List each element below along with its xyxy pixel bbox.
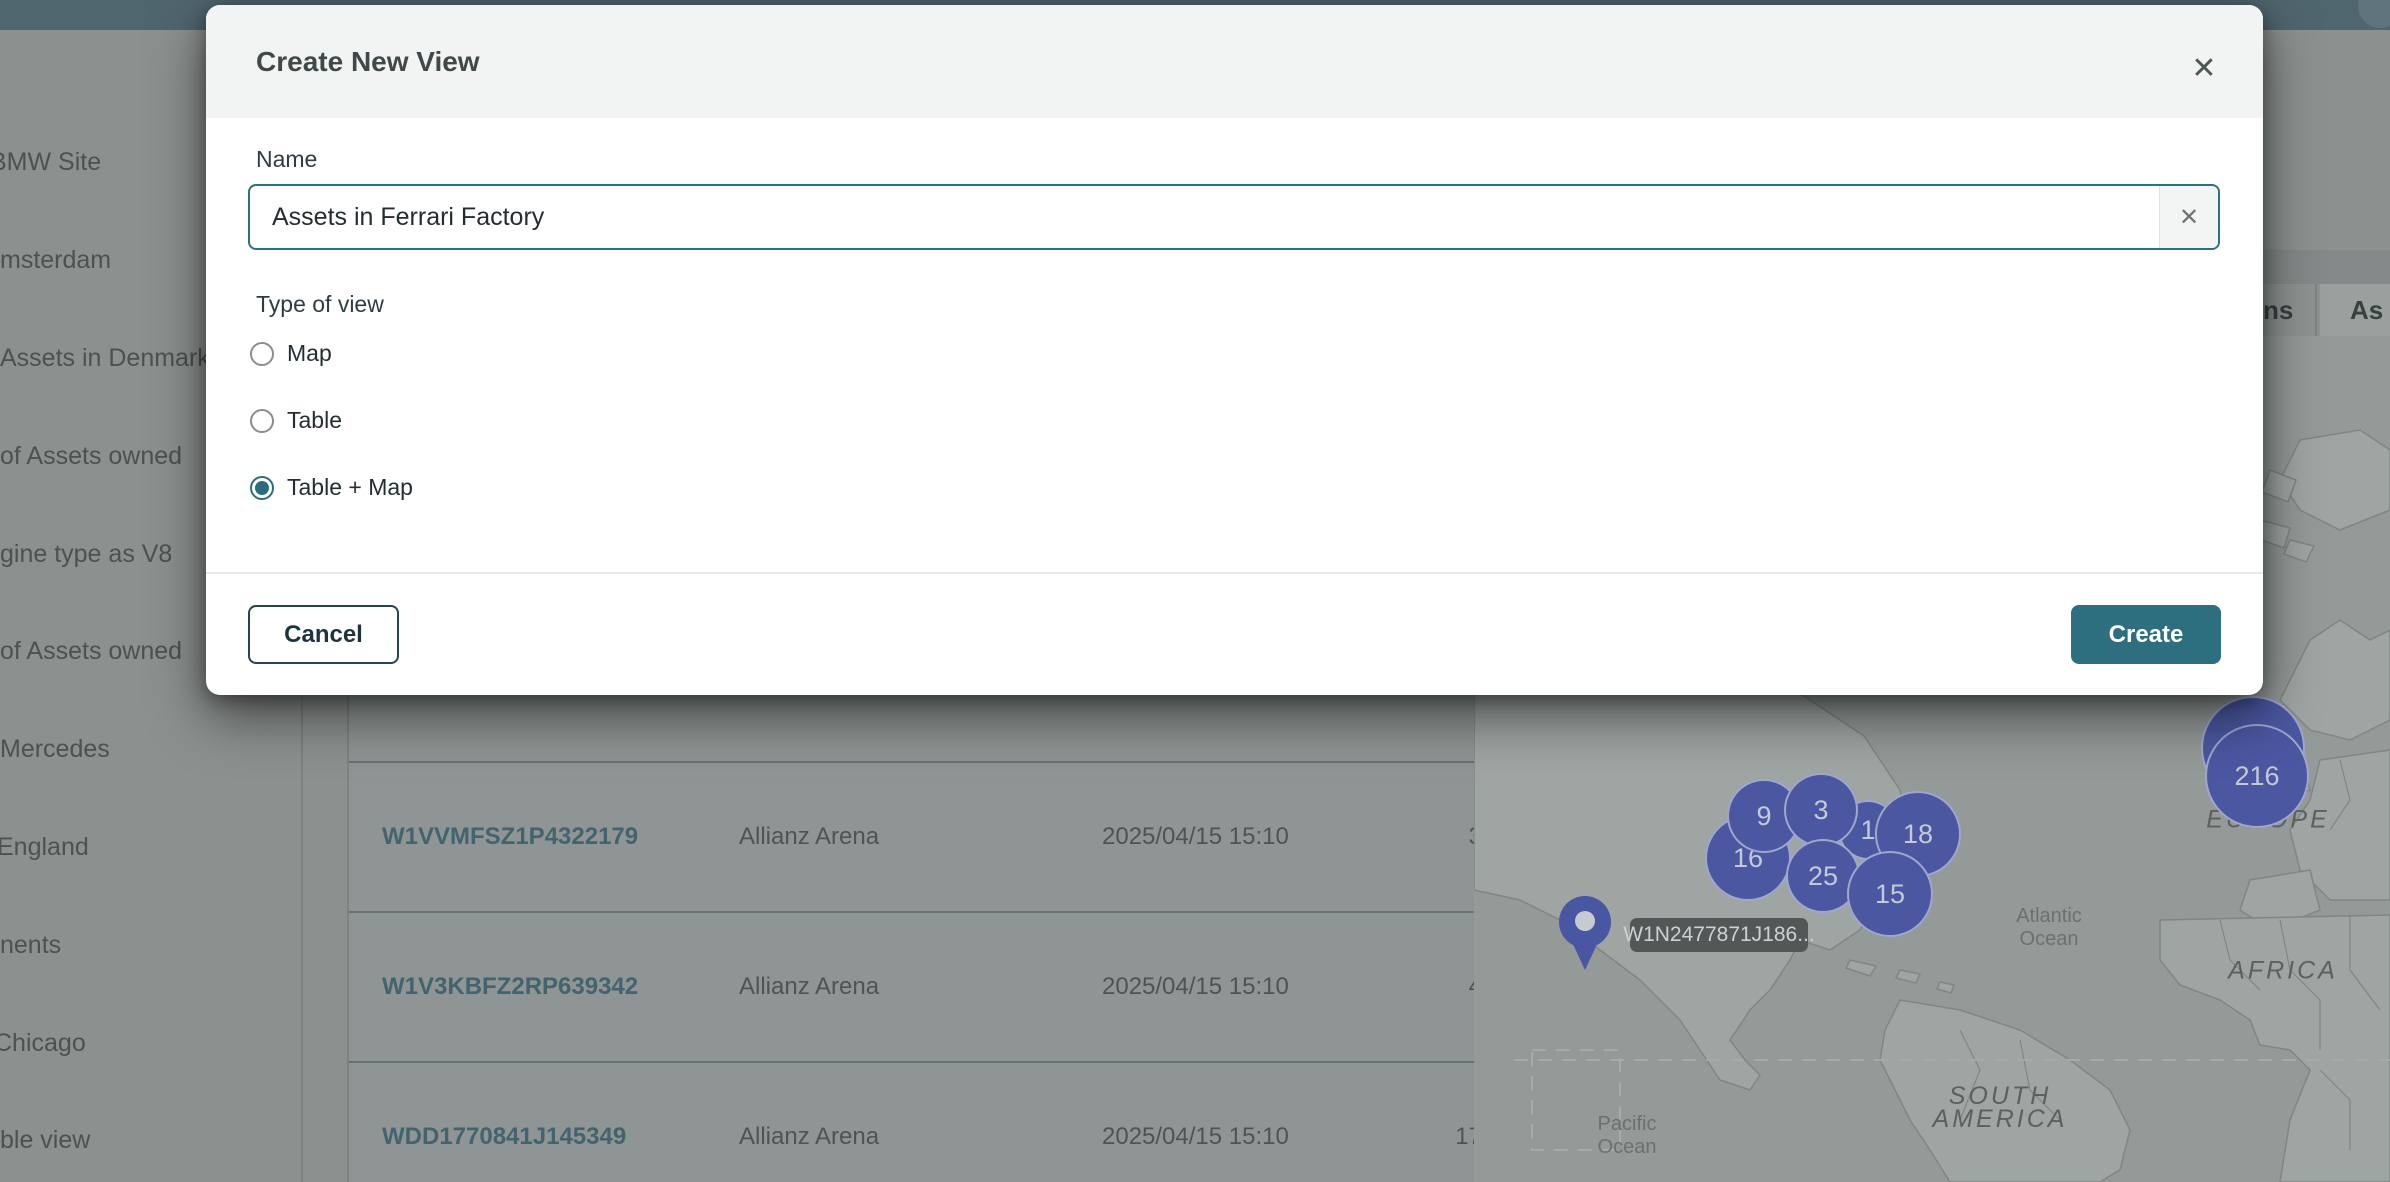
radio-icon[interactable] xyxy=(250,342,274,366)
radio-option-label: Map xyxy=(287,340,332,367)
africa-label: AFRICA xyxy=(2228,960,2338,983)
sidebar-item[interactable]: ble view xyxy=(0,1092,303,1182)
map-cluster-15[interactable]: 15 xyxy=(1847,851,1933,937)
updated-cell: 2025/04/15 15:10 xyxy=(1102,913,1289,1061)
create-button[interactable]: Create xyxy=(2071,605,2221,664)
sidebar-item[interactable]: Mercedes xyxy=(0,701,303,799)
vin-link[interactable]: WDD1770841J145349 xyxy=(382,1063,626,1182)
vin-link[interactable]: W1V3KBFZ2RP639342 xyxy=(382,913,638,1061)
location-cell: Allianz Arena xyxy=(739,1063,879,1182)
pin-tooltip: W1N2477871J186... xyxy=(1630,918,1808,952)
name-input[interactable] xyxy=(250,186,2172,248)
radio-option-label: Table + Map xyxy=(287,474,413,501)
radio-icon[interactable] xyxy=(250,476,274,500)
pacific-ocean-label: Pacific Ocean xyxy=(1598,1113,1657,1159)
table-row[interactable]: W1V3KBFZ2RP639342 Allianz Arena 2025/04/15… xyxy=(349,913,1478,1061)
tab-positions[interactable]: ns xyxy=(2263,284,2293,336)
name-field-label: Name xyxy=(256,146,317,173)
dialog-title: Create New View xyxy=(256,5,480,118)
close-icon[interactable]: ✕ xyxy=(2178,42,2230,94)
sidebar-item[interactable]: nents xyxy=(0,896,303,994)
radio-option-table-map[interactable]: Table + Map xyxy=(250,454,413,521)
map-cluster-3[interactable]: 3 xyxy=(1784,773,1858,847)
table-row[interactable]: W1VVMFSZ1P4322179 Allianz Arena 2025/04/15… xyxy=(349,763,1478,911)
cancel-button[interactable]: Cancel xyxy=(248,605,399,664)
name-input-wrapper: ✕ xyxy=(248,184,2220,250)
radio-icon[interactable] xyxy=(250,409,274,433)
location-cell: Allianz Arena xyxy=(739,763,879,911)
create-new-view-dialog: Create New View ✕ Name ✕ Type of view Ma… xyxy=(206,5,2263,695)
atlantic-ocean-label: Atlantic Ocean xyxy=(2016,905,2082,951)
updated-cell: 2025/04/15 15:10 xyxy=(1102,763,1289,911)
radio-option-table[interactable]: Table xyxy=(250,387,342,454)
type-of-view-label: Type of view xyxy=(256,291,384,318)
radio-option-label: Table xyxy=(287,407,342,434)
table-row[interactable]: WDD1770841J145349 Allianz Arena 2025/04/15… xyxy=(349,1063,1478,1182)
sidebar-item[interactable]: England xyxy=(0,799,303,897)
map-cluster-216[interactable]: 216 xyxy=(2205,724,2309,828)
radio-option-map[interactable]: Map xyxy=(250,320,332,387)
vin-link[interactable]: W1VVMFSZ1P4322179 xyxy=(382,763,638,911)
clear-input-icon[interactable]: ✕ xyxy=(2159,186,2218,248)
tab-assets[interactable]: As xyxy=(2350,284,2383,336)
tab-divider xyxy=(2315,284,2317,336)
dialog-header: Create New View ✕ xyxy=(206,5,2263,118)
updated-cell: 2025/04/15 15:10 xyxy=(1102,1063,1289,1182)
footer-divider xyxy=(206,572,2263,574)
location-pin-icon[interactable] xyxy=(1555,892,1615,972)
application-window: BMW SitemsterdamAssets in Denmarkof Asse… xyxy=(0,0,2390,1182)
location-cell: Allianz Arena xyxy=(739,913,879,1061)
sidebar-item[interactable]: Chicago xyxy=(0,994,303,1092)
south-america-label: SOUTH AMERICA xyxy=(1933,1085,2068,1131)
avatar[interactable] xyxy=(2358,0,2390,28)
